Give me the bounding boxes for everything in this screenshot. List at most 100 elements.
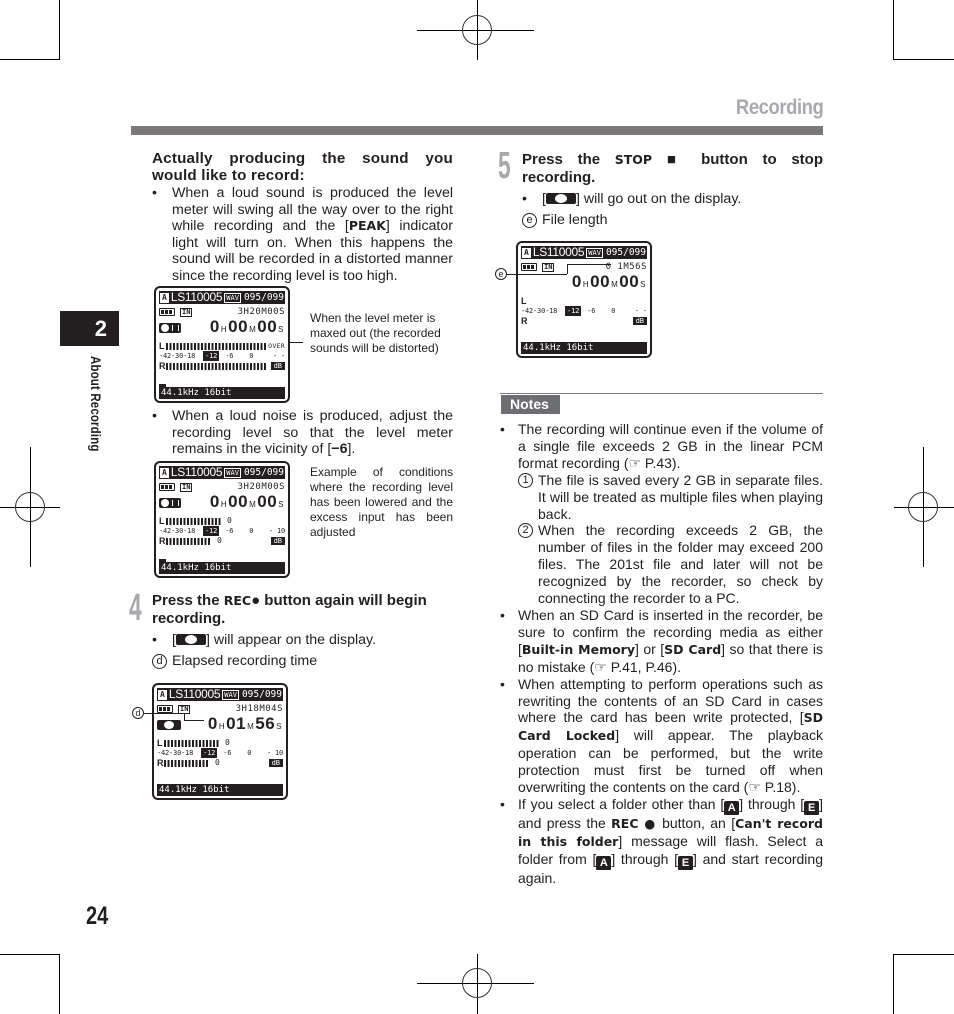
bullet-loud-noise: When a loud noise is produced, adjust th…	[152, 408, 453, 458]
callout-d-legend: d Elapsed recording time	[152, 653, 453, 670]
chapter-label: About Recording	[88, 356, 104, 452]
folder-e-icon: E	[678, 855, 694, 870]
stop-key-label: STOP	[614, 152, 653, 167]
leader-line	[567, 264, 611, 265]
chapter-tab: 2	[60, 311, 119, 346]
level-scale: -42-30-18 -12 -6 0- -	[521, 306, 647, 316]
leader-line	[184, 713, 185, 720]
header-bar	[131, 126, 823, 135]
leader-line	[507, 274, 567, 275]
elapsed-time: 0H00M00S	[209, 491, 284, 511]
battery-icon	[159, 483, 175, 491]
note-folder: If you select a folder other than [A] th…	[500, 796, 823, 887]
sample-rate: 44.1kHz 16bit	[159, 562, 285, 574]
level-bar-r	[166, 537, 211, 545]
step-number-5: 5	[498, 145, 511, 187]
crop-mark	[893, 0, 894, 59]
callout-e-badge: e	[522, 212, 537, 228]
step-4-bullet: [] will appear on the display.	[152, 632, 453, 649]
crop-mark	[59, 954, 60, 1014]
step-5-bullet: [] will go out on the display.	[522, 191, 823, 208]
crop-mark	[893, 954, 954, 955]
channel-l-label: L	[157, 738, 163, 748]
file-name: LS110005	[532, 245, 585, 259]
callout-d: d	[132, 707, 144, 719]
channel-l-label: L	[159, 516, 165, 526]
lcd-display-adjusted: A LS110005 WAV 095/099 IN 3H20M00S 0H00M00S L 0-…	[154, 461, 290, 578]
level-bar-r	[166, 362, 266, 370]
folder-icon: A	[160, 467, 169, 478]
lcd-time-row: 0H00M00S	[159, 316, 285, 337]
over-indicator: OVER	[268, 342, 285, 350]
peak-l: 0	[227, 516, 232, 525]
step-5-title: Press the STOP ■ button to stop recordin…	[522, 151, 823, 186]
remaining-time: 0 1M56S	[605, 262, 647, 272]
folder-e-icon: E	[804, 800, 820, 815]
level-bar-r	[164, 759, 209, 767]
level-scale: -42-30-18 -12 -6 0- -	[159, 351, 285, 361]
callout-d-badge: d	[152, 653, 167, 669]
leader-line	[184, 720, 204, 721]
format-badge: WAV	[224, 292, 241, 303]
elapsed-time: 0H01M56S	[207, 713, 282, 733]
crop-mark	[0, 954, 60, 955]
sample-rate: 44.1kHz 16bit	[157, 784, 283, 796]
level-bar-l	[166, 517, 221, 525]
sample-rate: 44.1kHz 16bit	[521, 342, 647, 354]
input-badge: IN	[542, 262, 555, 272]
leader-line	[144, 713, 184, 714]
rec-key-label: REC	[223, 593, 252, 608]
lcd-display-recording: A LS110005 WAV 095/099 IN 3H18M04S 0H01M56S L 0-…	[152, 683, 288, 800]
crop-mark	[893, 954, 894, 1014]
elapsed-time: 0H00M00S	[571, 271, 646, 291]
step-4: Press the REC● button again will begin r…	[152, 592, 453, 669]
pause-state-icon	[159, 323, 181, 333]
format-badge: WAV	[586, 247, 603, 258]
peak-r: 0	[217, 536, 222, 545]
lcd-file-row: A LS110005 WAV 095/099	[521, 246, 647, 259]
level-scale: -42-30-18 -12 -6 0- 10	[157, 748, 283, 758]
level-bar-l	[166, 342, 266, 350]
level-meter: L OVER -42-30-18 -12 -6 0- - RdB	[159, 341, 285, 371]
lcd-display-stopped: A LS110005 WAV 095/099 IN 0 1M56S 0H00M00S L -42…	[516, 241, 652, 358]
pause-state-icon	[159, 498, 181, 508]
db-label: dB	[632, 317, 647, 325]
crop-mark	[893, 59, 954, 60]
callout-e-legend: e File length	[522, 212, 823, 229]
level-meter: L 0 -42-30-18 -12 -6 0- 10 R 0 dB	[159, 516, 285, 546]
db-label: dB	[270, 362, 285, 370]
note-2gb-sub-2: 2 When the recording exceeds 2 GB, the nu…	[500, 522, 823, 607]
lcd-time-row: 0H00M00S	[521, 271, 647, 292]
peak-r: 0	[215, 758, 220, 767]
channel-r-label: R	[159, 361, 166, 371]
callout-e: e	[495, 268, 507, 280]
level-meter: L -42-30-18 -12 -6 0- - RdB	[521, 296, 647, 326]
note-sd-locked: When attempting to perform operations su…	[500, 676, 823, 796]
channel-r-label: R	[157, 758, 164, 768]
lcd-time-row: 0H01M56S	[157, 713, 283, 734]
folder-icon: A	[160, 292, 169, 303]
remaining-time: 3H20M00S	[237, 307, 285, 317]
remaining-time: 3H18M04S	[235, 704, 283, 714]
peak-label: PEAK	[348, 218, 386, 234]
note-sd-card: When an SD Card is inserted in the recor…	[500, 607, 823, 676]
level-meter: L 0 -42-30-18 -12 -6 0- 10 R 0 dB	[157, 738, 283, 768]
crop-mark	[59, 0, 60, 59]
file-name: LS110005	[168, 687, 221, 701]
crop-mark	[0, 59, 60, 60]
elapsed-time: 0H00M00S	[209, 316, 284, 336]
notes-rule	[500, 393, 823, 394]
remaining-time: 3H20M00S	[237, 482, 285, 492]
folder-a-icon: A	[596, 855, 612, 870]
file-name: LS110005	[170, 290, 223, 304]
caption-level-maxed: When the level meter is maxed out (the r…	[310, 311, 441, 355]
peak-l: 0	[225, 738, 230, 747]
file-count: 095/099	[243, 467, 284, 478]
step-4-title: Press the REC● button again will begin r…	[152, 592, 427, 627]
level-scale: -42-30-18 -12 -6 0- 10	[159, 526, 285, 536]
lcd-time-row: 0H00M00S	[159, 491, 285, 512]
file-count: 095/099	[243, 292, 284, 303]
file-count: 095/099	[605, 247, 646, 258]
db-label: dB	[270, 537, 285, 545]
minus-six-label: −6	[331, 441, 348, 458]
